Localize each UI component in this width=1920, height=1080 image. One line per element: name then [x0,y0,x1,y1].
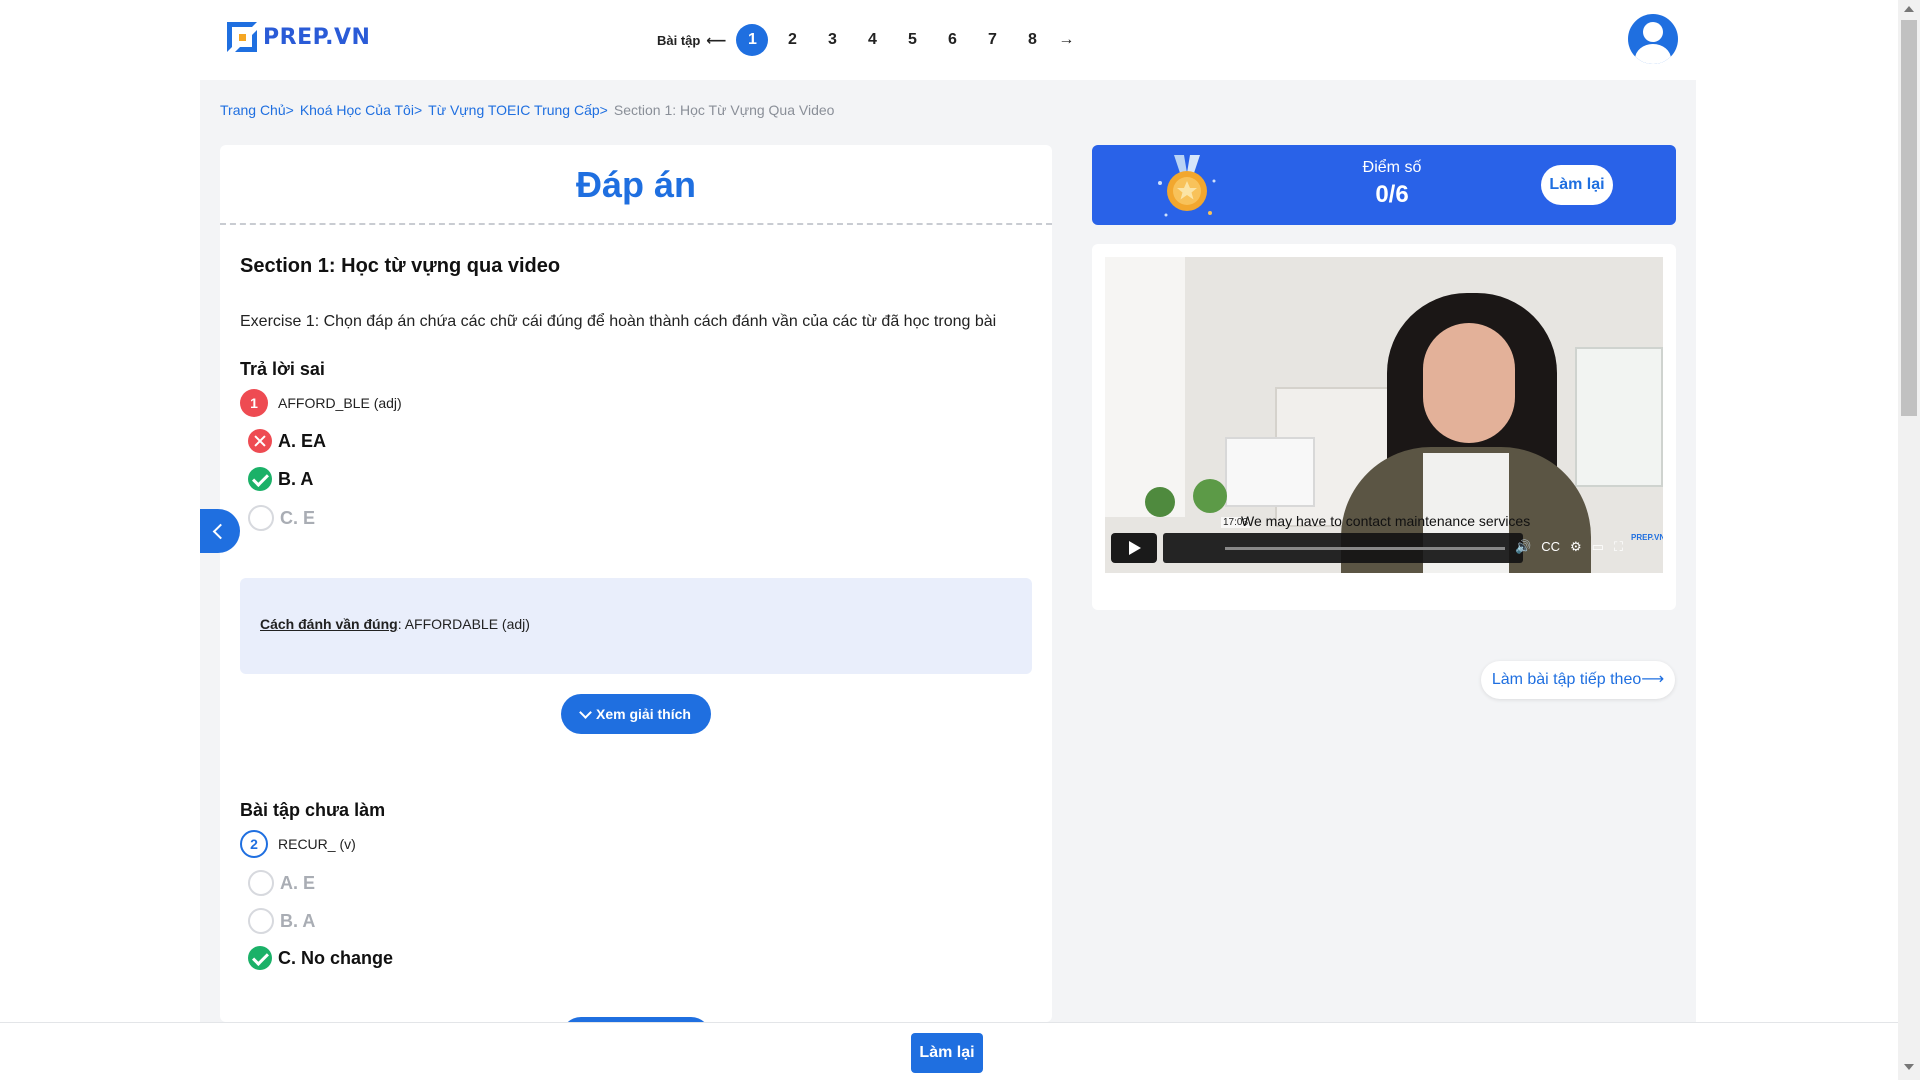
exercise-number-3[interactable]: 3 [816,24,848,56]
radio-empty-icon [248,908,274,934]
question-1-prompt: AFFORD_BLE (adj) [278,395,402,411]
arrow-right-icon: ⟶ [1641,671,1665,688]
radio-empty-icon [248,870,274,896]
score-retry-button[interactable]: Làm lại [1541,165,1613,205]
question-2-option-a: A. E [248,870,315,896]
exercise-number-6[interactable]: 6 [936,24,968,56]
exercise-number-1[interactable]: 1 [736,24,769,56]
check-icon [248,467,272,491]
video-progress-bar[interactable]: 17:03 We may have to contact maintenance… [1163,513,1623,563]
volume-icon[interactable]: 🔊 [1515,539,1531,555]
exercise-number-5[interactable]: 5 [896,24,928,56]
scroll-up-icon[interactable] [1904,6,1914,12]
exercise-number-2[interactable]: 2 [776,24,808,56]
breadcrumb-my-courses[interactable]: Khoá Học Của Tôi> [300,102,422,118]
question-2-number: 2 [240,830,268,858]
next-exercise-button[interactable]: Làm bài tập tiếp theo⟶ [1481,661,1675,699]
video-player[interactable]: 17:03 We may have to contact maintenance… [1105,257,1663,573]
breadcrumb: Trang Chủ> Khoá Học Của Tôi> Từ Vựng TOE… [220,102,834,118]
top-bar: PREP.VN Bài tập ⟵ 1 2 3 4 5 6 7 8 → [200,0,1696,80]
correct-answer-label: Cách đánh vần đúng [260,616,398,632]
logo-text: PREP.VN [263,24,371,50]
question-1-option-a: A. EA [248,429,326,453]
exercise-instructions: Exercise 1: Chọn đáp án chứa các chữ cái… [240,313,997,330]
page-title: Đáp án [220,145,1052,225]
chevron-down-icon [579,705,592,719]
question-2-prompt: RECUR_ (v) [278,836,356,852]
breadcrumb-course[interactable]: Từ Vựng TOEIC Trung Cấp> [428,102,608,118]
score-label: Điểm số [1362,159,1422,176]
video-watermark: PREP.VN [1631,533,1663,542]
score-value: 0/6 [1375,181,1409,208]
arrow-left-icon: ⟵ [706,31,727,48]
question-1-header: 1 AFFORD_BLE (adj) [240,389,402,417]
exercise-number-4[interactable]: 4 [856,24,888,56]
question-2-status: Bài tập chưa làm [240,800,386,820]
logo-icon [227,22,257,52]
settings-icon[interactable]: ⚙ [1570,539,1582,555]
play-icon[interactable] [1111,533,1157,563]
question-1-option-c: C. E [248,505,315,531]
view-explanation-button[interactable]: Xem giải thích [561,694,711,734]
bottom-retry-button[interactable]: Làm lại [911,1033,983,1073]
user-avatar-icon[interactable] [1628,14,1678,64]
question-2-header: 2 RECUR_ (v) [240,830,356,858]
bottom-bar: Làm lại [0,1022,1898,1080]
check-icon [248,946,272,970]
correct-answer-value: : AFFORDABLE (adj) [397,616,530,632]
fullscreen-icon[interactable]: ⛶ [1614,539,1623,555]
prep-logo[interactable]: PREP.VN [227,22,370,52]
scroll-down-icon[interactable] [1904,1064,1914,1070]
radio-empty-icon [248,505,274,531]
scrollbar-thumb[interactable] [1901,20,1917,416]
video-card: 17:03 We may have to contact maintenance… [1092,244,1676,610]
score-card: Điểm số 0/6 Làm lại [1092,145,1676,225]
question-1-number: 1 [240,389,268,417]
exercise-number-7[interactable]: 7 [976,24,1008,56]
captions-icon[interactable]: CC [1541,539,1560,555]
answer-card: Đáp án Section 1: Học từ vựng qua video … [220,145,1052,1022]
page-scrollbar[interactable] [1898,0,1920,1080]
question-2-option-c: C. No change [248,946,393,970]
exercise-number-8[interactable]: 8 [1016,24,1048,56]
exercise-nav-label: Bài tập [657,32,701,48]
question-1-status: Trả lời sai [240,359,325,379]
wrong-icon [248,429,272,453]
breadcrumb-current: Section 1: Học Từ Vựng Qua Video [613,102,835,118]
question-2-option-b: B. A [248,908,315,934]
correct-answer-box: Cách đánh vần đúng: AFFORDABLE (adj) [240,578,1032,674]
question-1-option-b: B. A [248,467,313,491]
pip-icon[interactable]: ▭ [1592,539,1604,555]
video-controls: 17:03 We may have to contact maintenance… [1111,513,1663,567]
exercise-nav: Bài tập ⟵ 1 2 3 4 5 6 7 8 → [657,24,1074,56]
medal-icon [1158,155,1216,217]
section-title: Section 1: Học từ vựng qua video [240,255,561,277]
breadcrumb-home[interactable]: Trang Chủ> [220,102,294,118]
video-caption: We may have to contact maintenance servi… [1241,513,1531,529]
arrow-right-icon[interactable]: → [1058,31,1074,49]
